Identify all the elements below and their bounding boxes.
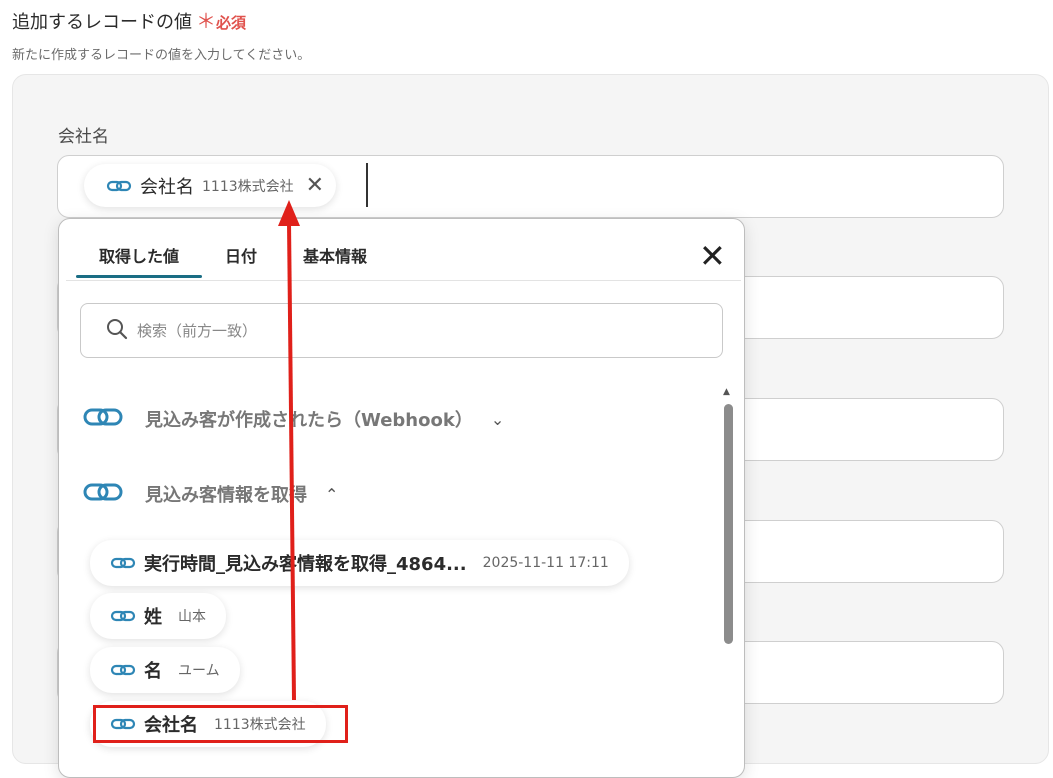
- annotation-arrow: [278, 200, 300, 701]
